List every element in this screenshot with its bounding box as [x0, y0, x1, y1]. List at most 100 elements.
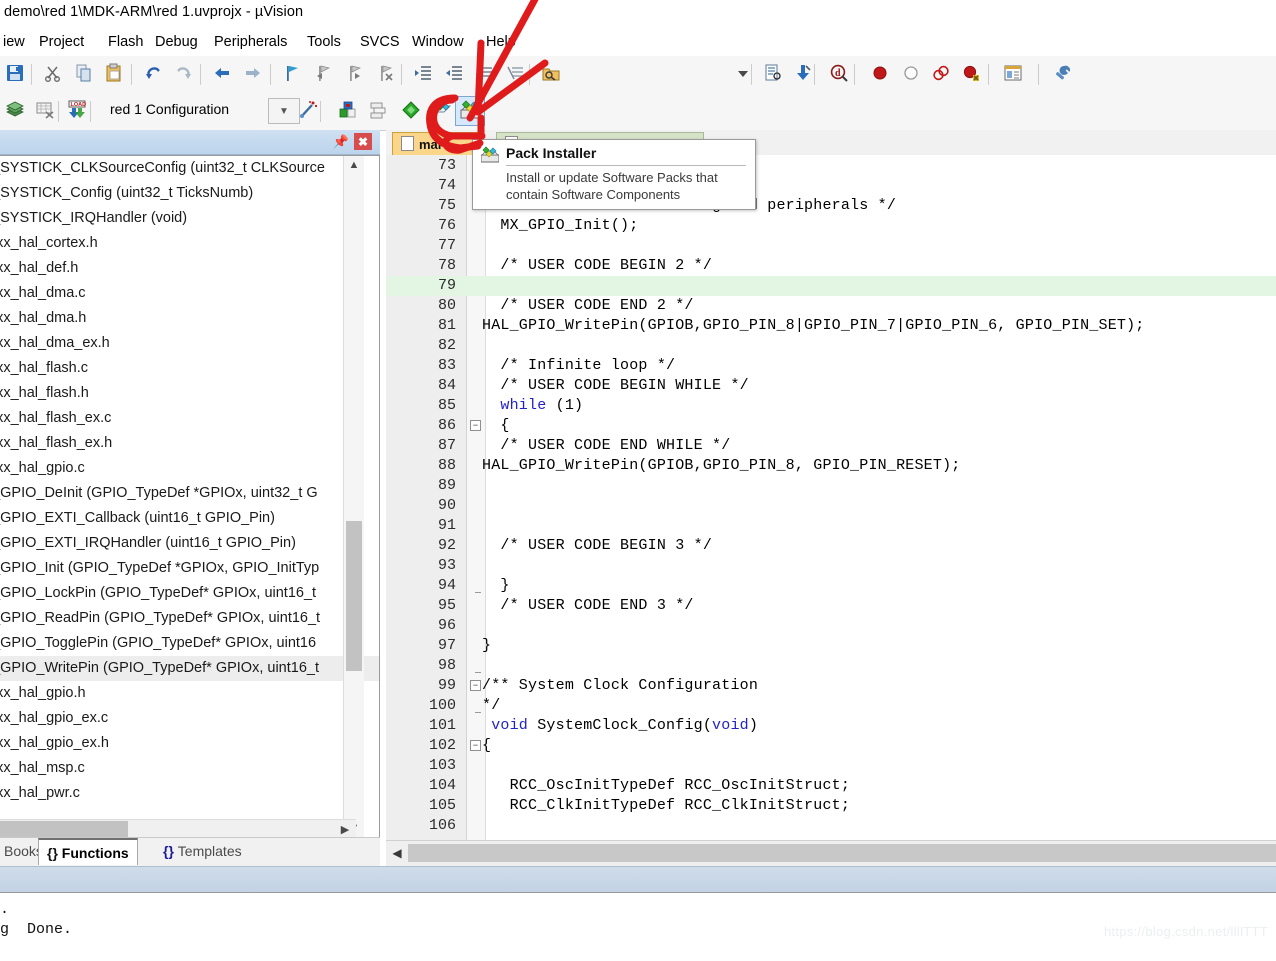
functions-horizontal-scrollbar[interactable]: ▶ [0, 819, 356, 838]
code-line[interactable]: 102 −{ [386, 736, 1276, 756]
function-list-item[interactable]: L_GPIO_DeInit (GPIO_TypeDef *GPIOx, uint… [0, 481, 379, 506]
copy-button[interactable] [69, 59, 99, 89]
load-button[interactable]: LOAD [62, 96, 92, 126]
window-layout-button[interactable] [998, 59, 1028, 89]
function-list-item[interactable]: f1xx_hal_dma_ex.h [0, 331, 379, 356]
panel-tab-functions[interactable]: {} Functions [38, 838, 138, 865]
project-books-button[interactable] [0, 96, 30, 126]
code-line[interactable]: 89 [386, 476, 1276, 496]
code-line[interactable]: 95 /* USER CODE END 3 */ [386, 596, 1276, 616]
code-line[interactable]: 78 /* USER CODE BEGIN 2 */ [386, 256, 1276, 276]
function-list-item[interactable]: f1xx_hal_flash.c [0, 356, 379, 381]
editor-tab-main[interactable]: mai [392, 132, 478, 155]
manage-multi-project-button[interactable] [364, 96, 394, 126]
code-line[interactable]: 77 [386, 236, 1276, 256]
find-in-files-button[interactable] [536, 59, 566, 89]
comment-button[interactable]: / [470, 59, 500, 89]
scroll-right-icon[interactable]: ▶ [336, 820, 354, 838]
download-button[interactable] [788, 59, 818, 89]
code-line[interactable]: 90 [386, 496, 1276, 516]
function-list-item[interactable]: f1xx_hal_msp.c [0, 756, 379, 781]
code-line[interactable]: 82 [386, 336, 1276, 356]
menu-item-iew[interactable]: iew [0, 33, 28, 51]
function-list-item[interactable]: L_GPIO_ReadPin (GPIO_TypeDef* GPIOx, uin… [0, 606, 379, 631]
editor-horizontal-scrollbar[interactable]: ◀ [386, 840, 1276, 866]
code-line[interactable]: 86 − { [386, 416, 1276, 436]
next-bookmark-button[interactable] [339, 59, 369, 89]
function-list-item[interactable]: f1xx_hal_cortex.h [0, 231, 379, 256]
menu-item-help[interactable]: Help [483, 33, 519, 51]
scroll-left-icon[interactable]: ◀ [388, 844, 406, 862]
menu-item-window[interactable]: Window [409, 33, 467, 51]
code-line[interactable]: 83 /* Infinite loop */ [386, 356, 1276, 376]
code-line[interactable]: 88 HAL_GPIO_WritePin(GPIOB,GPIO_PIN_8, GP… [386, 456, 1276, 476]
navigate-back-button[interactable] [207, 59, 237, 89]
function-list-item[interactable]: f1xx_hal_gpio_ex.h [0, 731, 379, 756]
code-line[interactable]: 79 [386, 276, 1276, 296]
functions-listbox[interactable]: L_SYSTICK_CLKSourceConfig (uint32_t CLKS… [0, 155, 380, 838]
outdent-button[interactable] [439, 59, 469, 89]
menu-item-svcs[interactable]: SVCS [357, 33, 403, 51]
vertical-scroll-thumb[interactable] [346, 521, 362, 671]
code-line[interactable]: 81 HAL_GPIO_WritePin(GPIOB,GPIO_PIN_8|GPI… [386, 316, 1276, 336]
function-list-item[interactable]: L_GPIO_EXTI_IRQHandler (uint16_t GPIO_Pi… [0, 531, 379, 556]
pin-icon[interactable]: 📌 [333, 134, 349, 150]
code-line[interactable]: 84 /* USER CODE BEGIN WHILE */ [386, 376, 1276, 396]
indent-button[interactable] [408, 59, 438, 89]
function-list-item[interactable]: L_SYSTICK_Config (uint32_t TicksNumb) [0, 181, 379, 206]
function-list-item[interactable]: L_GPIO_LockPin (GPIO_TypeDef* GPIOx, uin… [0, 581, 379, 606]
insert-file-button[interactable] [758, 59, 788, 89]
uncomment-button[interactable] [501, 59, 531, 89]
menu-item-debug[interactable]: Debug [152, 33, 201, 51]
code-line[interactable]: 98 [386, 656, 1276, 676]
function-list-item[interactable]: f1xx_hal_flash.h [0, 381, 379, 406]
function-list-item[interactable]: L_SYSTICK_IRQHandler (void) [0, 206, 379, 231]
code-line[interactable]: 106 [386, 816, 1276, 836]
function-list-item[interactable]: f1xx_hal_gpio_ex.c [0, 706, 379, 731]
code-line[interactable]: 99 −/** System Clock Configuration [386, 676, 1276, 696]
build-target-button[interactable] [30, 96, 60, 126]
configure-flash-tools-button[interactable] [396, 96, 426, 126]
code-line[interactable]: 91 [386, 516, 1276, 536]
menu-item-project[interactable]: Project [36, 33, 87, 51]
code-line[interactable]: 76 MX_GPIO_Init(); [386, 216, 1276, 236]
fold-toggle-icon[interactable]: − [470, 420, 481, 431]
previous-bookmark-button[interactable] [308, 59, 338, 89]
manage-run-time-button[interactable] [427, 96, 457, 126]
function-list-item[interactable]: f1xx_hal_dma.c [0, 281, 379, 306]
disable-all-breakpoints-button[interactable] [926, 59, 956, 89]
code-line[interactable]: 97} [386, 636, 1276, 656]
code-area[interactable]: 737475 /* Initialize all configured peri… [386, 155, 1276, 841]
scroll-up-icon[interactable]: ▲ [344, 156, 364, 174]
menu-item-peripherals[interactable]: Peripherals [211, 33, 290, 51]
code-line[interactable]: 80 /* USER CODE END 2 */ [386, 296, 1276, 316]
code-line[interactable]: 105 RCC_ClkInitTypeDef RCC_ClkInitStruct… [386, 796, 1276, 816]
save-all-button[interactable] [0, 59, 30, 89]
function-list-item[interactable]: f1xx_hal_def.h [0, 256, 379, 281]
disable-breakpoint-button[interactable] [896, 59, 926, 89]
menu-item-flash[interactable]: Flash [105, 33, 146, 51]
kill-all-breakpoints-button[interactable] [956, 59, 986, 89]
clear-bookmarks-button[interactable] [370, 59, 400, 89]
function-list-item[interactable]: L_GPIO_WritePin (GPIO_TypeDef* GPIOx, ui… [0, 656, 379, 681]
function-list-item[interactable]: f1xx_hal_flash_ex.h [0, 431, 379, 456]
cut-button[interactable] [38, 59, 68, 89]
function-list-item[interactable]: L_GPIO_Init (GPIO_TypeDef *GPIOx, GPIO_I… [0, 556, 379, 581]
pack-installer-button[interactable] [455, 96, 485, 126]
fold-toggle-icon[interactable]: − [470, 740, 481, 751]
code-line[interactable]: 104 RCC_OscInitTypeDef RCC_OscInitStruct… [386, 776, 1276, 796]
insert-breakpoint-button[interactable] [865, 59, 895, 89]
code-line[interactable]: 94 } [386, 576, 1276, 596]
code-line[interactable]: 92 /* USER CODE BEGIN 3 */ [386, 536, 1276, 556]
manage-project-items-button[interactable] [333, 96, 363, 126]
target-options-button[interactable] [293, 96, 323, 126]
function-list-item[interactable]: L_SYSTICK_CLKSourceConfig (uint32_t CLKS… [0, 156, 379, 181]
fold-toggle-icon[interactable]: − [470, 680, 481, 691]
paste-button[interactable] [99, 59, 129, 89]
code-line[interactable]: 103 [386, 756, 1276, 776]
code-line[interactable]: 101 void SystemClock_Config(void) [386, 716, 1276, 736]
navigate-forward-button[interactable] [238, 59, 268, 89]
menu-item-tools[interactable]: Tools [304, 33, 344, 51]
panel-tab-templates[interactable]: {} Templates [155, 838, 250, 865]
editor-scroll-thumb[interactable] [408, 844, 1276, 862]
